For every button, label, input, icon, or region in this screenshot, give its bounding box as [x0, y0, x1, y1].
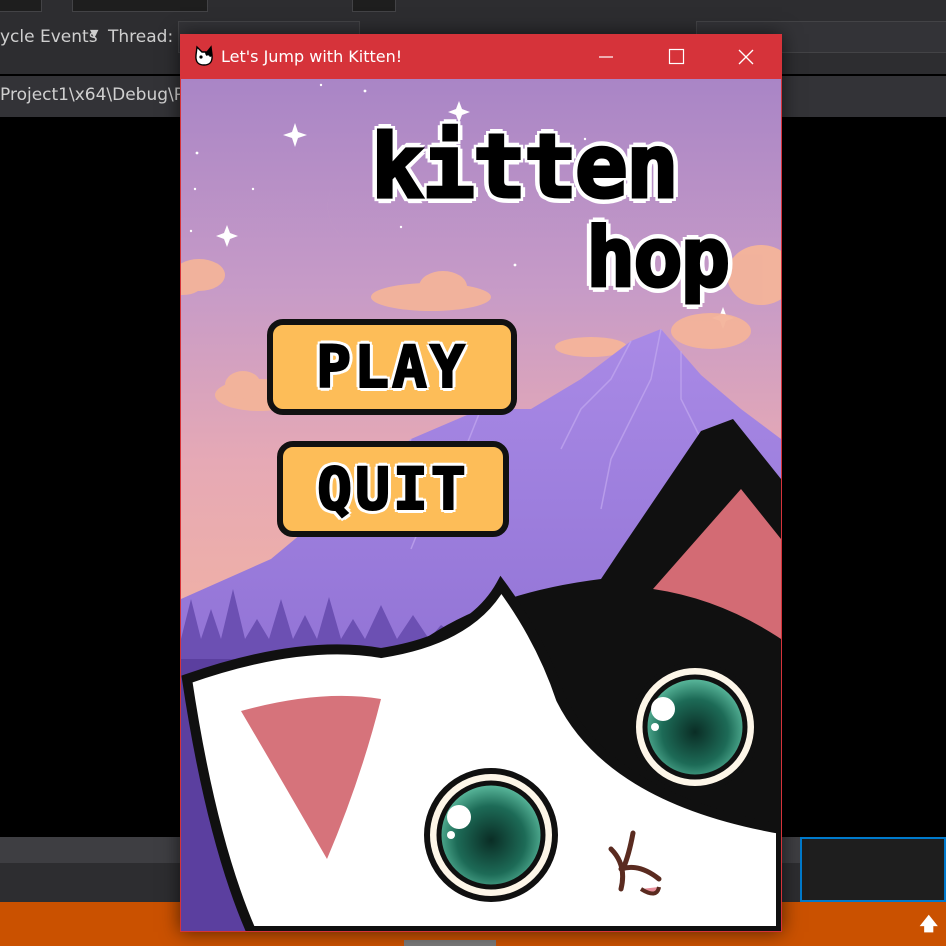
play-button[interactable]: PLAY — [267, 319, 517, 415]
arrow-up-icon[interactable]: 🡅 — [919, 912, 938, 942]
ide-focused-panel[interactable] — [800, 837, 946, 902]
kitten-right-eye — [630, 662, 760, 792]
maximize-icon[interactable] — [641, 35, 711, 79]
scrollbar-thumb[interactable] — [404, 940, 496, 946]
game-window[interactable]: Let's Jump with Kitten! kitten hop PLAY … — [180, 34, 782, 932]
toolbar-combo[interactable] — [0, 0, 42, 12]
game-canvas[interactable]: kitten hop PLAY QUIT — [181, 79, 781, 931]
project-path: Project1\x64\Debug\P — [0, 85, 185, 105]
kitten-app-icon — [195, 45, 213, 66]
toolbar-combo[interactable] — [352, 0, 396, 12]
play-button-label: PLAY — [315, 332, 468, 402]
ide-toolbar-top — [0, 0, 946, 18]
quit-button-label: QUIT — [316, 454, 469, 524]
window-title: Let's Jump with Kitten! — [221, 47, 403, 66]
window-titlebar[interactable]: Let's Jump with Kitten! — [181, 35, 781, 79]
quit-button[interactable]: QUIT — [277, 441, 509, 537]
kitten-left-eye — [424, 768, 558, 902]
thread-label: Thread: — [108, 27, 174, 47]
game-logo-line2: hop — [584, 210, 731, 308]
close-icon[interactable] — [711, 35, 781, 79]
lifecycle-events-label[interactable]: ycle Events — [0, 27, 98, 47]
game-logo-line1: kitten — [370, 114, 681, 220]
chevron-down-icon[interactable]: ▼ — [90, 27, 98, 40]
toolbar-combo[interactable] — [72, 0, 208, 12]
minimize-icon[interactable] — [571, 35, 641, 79]
